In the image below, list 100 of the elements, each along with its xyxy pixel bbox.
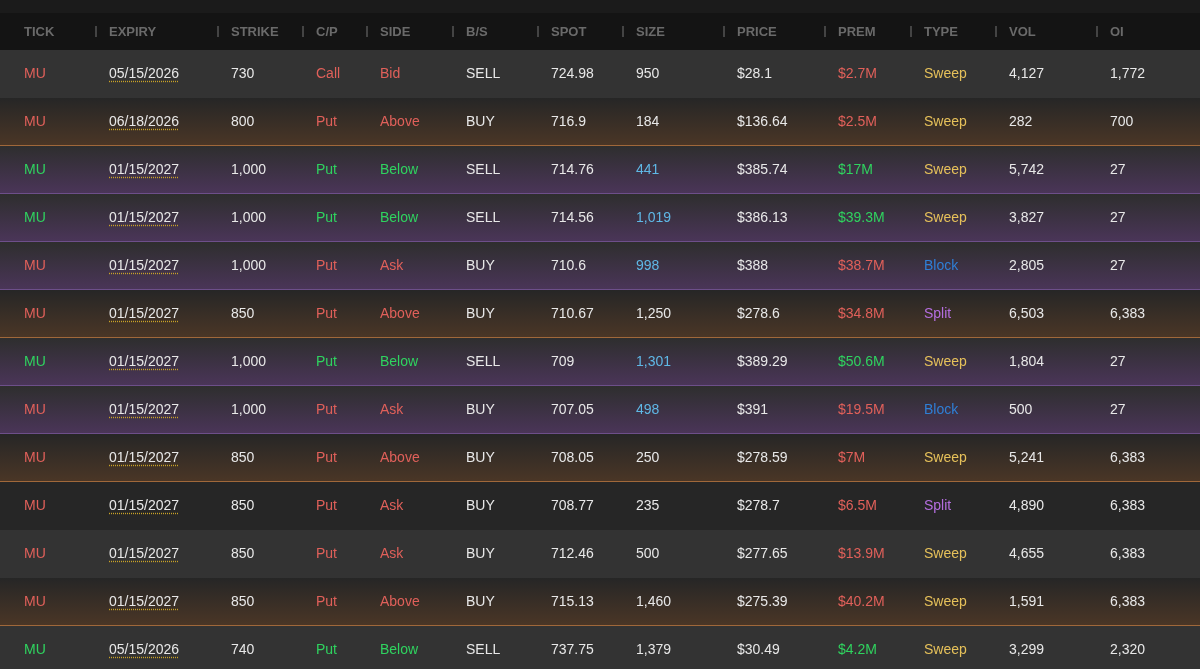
table-cell-text: Split	[924, 496, 952, 515]
table-cell-text: SELL	[466, 208, 501, 227]
table-cell-text: 4,127	[1009, 64, 1045, 83]
table-row[interactable]: MU 01/15/2027 1,000 Put Below SELL 714.76 441 $385.74 $17M Sweep 5,742 27	[0, 146, 1200, 194]
table-cell-text: BUY	[466, 592, 495, 611]
table-cell-text: $28.1	[737, 64, 773, 83]
table-cell-text: 3,827	[1009, 208, 1045, 227]
table-row[interactable]: MU 01/15/2027 1,000 Put Below SELL 709 1,301 $389.29 $50.6M Sweep 1,804 27	[0, 338, 1200, 386]
table-cell-text: Put	[316, 544, 337, 563]
table-cell-text: 1,000	[231, 160, 267, 179]
table-cell-text: $385.74	[737, 160, 788, 179]
table-cell-text: Below	[380, 352, 419, 371]
table-cell-text: 1,804	[1009, 352, 1045, 371]
table-cell-text: 01/15/2027	[109, 208, 180, 227]
table-cell-text: 01/15/2027	[109, 256, 180, 275]
table-cell-text: Below	[380, 640, 419, 659]
table-cell-text: 01/15/2027	[109, 544, 180, 563]
table-cell-text: MU	[24, 400, 46, 419]
table-cell-text: Call	[316, 64, 341, 83]
table-cell-text: 441	[636, 160, 660, 179]
table-cell-text: 800	[231, 112, 255, 131]
table-cell-text: Bid	[380, 64, 401, 83]
table-cell-text: MU	[24, 544, 46, 563]
table-cell-text: SELL	[466, 352, 501, 371]
table-cell-text: $389.29	[737, 352, 788, 371]
table-cell-text: 850	[231, 496, 255, 515]
table-cell-text: 500	[1009, 400, 1033, 419]
table-cell-text: 707.05	[551, 400, 594, 419]
table-cell-text: MU	[24, 496, 46, 515]
table-cell-text: 730	[231, 64, 255, 83]
table-cell-text: 715.13	[551, 592, 594, 611]
table-cell-text: MU	[24, 592, 46, 611]
table-cell-text: MU	[24, 160, 46, 179]
table-cell-text: SELL	[466, 160, 501, 179]
table-cell-text: 27	[1110, 256, 1126, 275]
table-cell-text: 950	[636, 64, 660, 83]
table-cell-text: Above	[380, 592, 420, 611]
table-cell-text: 850	[231, 448, 255, 467]
table-row[interactable]: MU 06/18/2026 800 Put Above BUY 716.9 184 $136.64 $2.5M Sweep 282 700	[0, 98, 1200, 146]
table-cell-text: SELL	[466, 640, 501, 659]
table-cell-text: 1,250	[636, 304, 672, 323]
table-cell-text: 1,000	[231, 256, 267, 275]
table-cell-text: 235	[636, 496, 660, 515]
table-cell-text: 184	[636, 112, 660, 131]
table-cell-text: $386.13	[737, 208, 788, 227]
table-cell-text: Sweep	[924, 592, 967, 611]
table-cell-text: Put	[316, 160, 337, 179]
table-cell-text: $278.59	[737, 448, 788, 467]
table-cell-text: $17M	[838, 160, 874, 179]
table-cell-text: $6.5M	[838, 496, 877, 515]
table-cell-text: 710.67	[551, 304, 594, 323]
table-cell-text: 6,383	[1110, 448, 1146, 467]
table-cell-text: $277.65	[737, 544, 788, 563]
table-cell-text: 4,655	[1009, 544, 1045, 563]
table-cell-text: $30.49	[737, 640, 780, 659]
table-cell-text: Put	[316, 496, 337, 515]
table-cell-text: Put	[316, 256, 337, 275]
table-cell-text: $136.64	[737, 112, 788, 131]
table-cell-text: $38.7M	[838, 256, 885, 275]
table-row[interactable]: MU 01/15/2027 850 Put Ask BUY 708.77 235 $278.7 $6.5M Split 4,890 6,383	[0, 482, 1200, 530]
table-cell-text: 716.9	[551, 112, 587, 131]
table-cell-text: $40.2M	[838, 592, 885, 611]
table-cell-text: Sweep	[924, 64, 967, 83]
table-cell-text: MU	[24, 256, 46, 275]
table-cell-text: MU	[24, 112, 46, 131]
table-row[interactable]: MU 01/15/2027 850 Put Above BUY 710.67 1,250 $278.6 $34.8M Split 6,503 6,383	[0, 290, 1200, 338]
table-row[interactable]: MU 01/15/2027 850 Put Above BUY 715.13 1,460 $275.39 $40.2M Sweep 1,591 6,383	[0, 578, 1200, 626]
table-cell-text: $7M	[838, 448, 866, 467]
table-cell-text: Sweep	[924, 112, 967, 131]
table-cell-text: Put	[316, 448, 337, 467]
table-cell-text: $19.5M	[838, 400, 885, 419]
table-cell-text: 5,241	[1009, 448, 1045, 467]
table-cell-text: 500	[636, 544, 660, 563]
table-cell-text: Put	[316, 304, 337, 323]
table-cell-text: 27	[1110, 208, 1126, 227]
table-row[interactable]: MU 01/15/2027 850 Put Ask BUY 712.46 500 $277.65 $13.9M Sweep 4,655 6,383	[0, 530, 1200, 578]
table-cell-text: 27	[1110, 352, 1126, 371]
table-cell-text: Put	[316, 592, 337, 611]
table-cell-text: MU	[24, 352, 46, 371]
table-row[interactable]: MU 01/15/2027 1,000 Put Ask BUY 707.05 498 $391 $19.5M Block 500 27	[0, 386, 1200, 434]
table-cell-text: $4.2M	[838, 640, 877, 659]
table-cell-text: 998	[636, 256, 660, 275]
table-cell-text: MU	[24, 448, 46, 467]
table-row[interactable]: MU 01/15/2027 1,000 Put Ask BUY 710.6 998 $388 $38.7M Block 2,805 27	[0, 242, 1200, 290]
table-cell-text: 27	[1110, 400, 1126, 419]
table-cell-text: 282	[1009, 112, 1033, 131]
table-row[interactable]: MU 01/15/2027 1,000 Put Below SELL 714.56 1,019 $386.13 $39.3M Sweep 3,827 27	[0, 194, 1200, 242]
table-cell-text: Sweep	[924, 640, 967, 659]
table-cell-text: 6,383	[1110, 544, 1146, 563]
table-cell-text: 01/15/2027	[109, 448, 180, 467]
table-cell-text: Block	[924, 400, 959, 419]
table-row[interactable]: MU 05/15/2026 730 Call Bid SELL 724.98 950 $28.1 $2.7M Sweep 4,127 1,772	[0, 50, 1200, 98]
table-row[interactable]: MU 05/15/2026 740 Put Below SELL 737.75 1,379 $30.49 $4.2M Sweep 3,299 2,320	[0, 626, 1200, 669]
table-cell-text: Sweep	[924, 544, 967, 563]
table-cell-text: 27	[1110, 160, 1126, 179]
table-cell-text: 850	[231, 544, 255, 563]
table-cell-text: 724.98	[551, 64, 594, 83]
table-cell-text: 2,805	[1009, 256, 1045, 275]
table-cell-text: 6,383	[1110, 592, 1146, 611]
table-row[interactable]: MU 01/15/2027 850 Put Above BUY 708.05 250 $278.59 $7M Sweep 5,241 6,383	[0, 434, 1200, 482]
